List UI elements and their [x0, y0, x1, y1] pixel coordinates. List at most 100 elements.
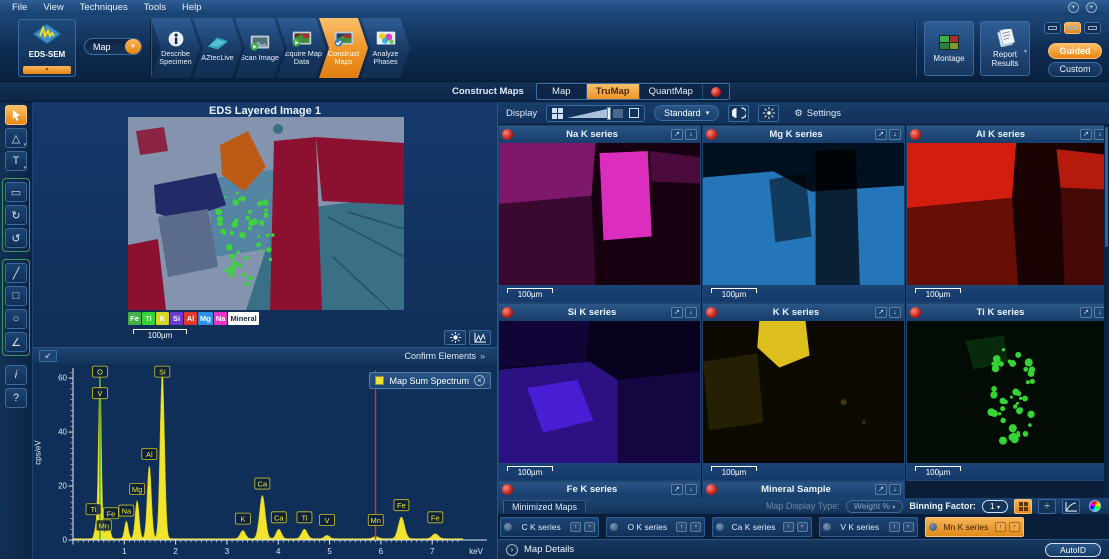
divide-maps-button[interactable]: ÷ — [1038, 499, 1056, 514]
map-minimize-button[interactable]: ↓ — [685, 129, 697, 140]
menu-view[interactable]: View — [35, 2, 71, 13]
step-construct-maps[interactable]: Construct Maps — [319, 18, 368, 78]
pointer-tool-button[interactable] — [5, 105, 27, 125]
help-button[interactable]: ? — [5, 388, 27, 408]
legend-chip-na[interactable]: Na — [214, 312, 228, 325]
spectrum-chart[interactable]: 1234567keV0204060TiOVMnFeNaMgAlSiKCaCaTi… — [33, 364, 491, 558]
show-spectrum-button[interactable] — [469, 330, 491, 345]
window-control-button-2[interactable]: • — [1086, 2, 1097, 13]
restore-map-button[interactable]: ↑ — [995, 522, 1006, 532]
layout-medium-button[interactable] — [1064, 22, 1081, 34]
map-image[interactable] — [907, 321, 1109, 463]
restore-map-button[interactable]: ↑ — [783, 522, 794, 532]
legend-chip-ti[interactable]: Ti — [142, 312, 155, 325]
map-display-type-dropdown[interactable]: Weight % ▾ — [846, 500, 904, 513]
text-annotation-tool-button[interactable]: T ▾ — [5, 151, 27, 171]
grid-view-button[interactable] — [552, 108, 563, 119]
brightness-contrast-button[interactable] — [444, 330, 466, 345]
map-maximize-button[interactable]: ↗ — [1080, 307, 1092, 318]
legend-chip-si[interactable]: Si — [170, 312, 183, 325]
marker-tool-button[interactable]: △ ▾ — [5, 128, 27, 148]
map-maximize-button[interactable]: ↗ — [875, 484, 887, 495]
map-options-button[interactable]: ▫ — [584, 522, 595, 532]
map-image[interactable] — [907, 143, 1109, 285]
confirm-elements-link[interactable]: Confirm Elements » — [398, 350, 491, 362]
map-image[interactable] — [499, 143, 700, 285]
minimized-map-c-k-series[interactable]: C K series ↑ ▫ — [500, 517, 599, 537]
map-options-button[interactable]: ▫ — [797, 522, 808, 532]
show-ratio-curve-button[interactable] — [1062, 499, 1080, 514]
rotate-ccw-tool-button[interactable]: ↺ — [5, 228, 27, 248]
color-wheel-button[interactable] — [1086, 499, 1104, 514]
slider-thumb[interactable] — [607, 107, 611, 120]
spectrum-export-button[interactable]: ↙ — [39, 350, 57, 362]
maps-scrollbar[interactable] — [1104, 125, 1109, 498]
line-measure-tool-button[interactable]: ╱ — [5, 263, 27, 283]
map-options-button[interactable]: ▫ — [690, 522, 701, 532]
minimized-map-o-k-series[interactable]: O K series ↑ ▫ — [606, 517, 705, 537]
menu-help[interactable]: Help — [174, 2, 210, 13]
step-describe-specimen[interactable]: Describe Specimen — [151, 18, 200, 78]
element-overlay-button[interactable] — [703, 84, 729, 99]
step-azteclive[interactable]: AZtecLive — [193, 18, 242, 78]
map-minimize-button[interactable]: ↓ — [889, 307, 901, 318]
tab-trumap[interactable]: TruMap — [587, 84, 640, 99]
technique-dropdown[interactable]: Map ▾ — [84, 38, 142, 55]
tab-quantmap[interactable]: QuantMap — [640, 84, 703, 99]
restore-map-button[interactable]: ↑ — [889, 522, 900, 532]
map-maximize-button[interactable]: ↗ — [1080, 129, 1092, 140]
ellipse-measure-tool-button[interactable]: ○ — [5, 309, 27, 329]
restore-map-button[interactable]: ↑ — [570, 522, 581, 532]
minimized-map-ca-k-series[interactable]: Ca K series ↑ ▫ — [712, 517, 811, 537]
legend-chip-mg[interactable]: Mg — [198, 312, 213, 325]
expand-details-icon[interactable]: › — [506, 544, 518, 556]
settings-button[interactable]: ⚙ Settings — [788, 107, 847, 120]
scrollbar-thumb[interactable] — [1105, 127, 1108, 247]
app-tile-dropdown[interactable]: ▾ — [23, 66, 71, 74]
eds-layered-image[interactable] — [128, 117, 404, 310]
map-image[interactable] — [499, 321, 700, 463]
restore-map-button[interactable]: ↑ — [676, 522, 687, 532]
layout-large-button[interactable] — [1084, 22, 1101, 34]
map-minimize-button[interactable]: ↓ — [685, 484, 697, 495]
field-of-view-tool-button[interactable]: ▭ — [5, 182, 27, 202]
guided-mode-button[interactable]: Guided — [1048, 43, 1102, 59]
window-control-button-1[interactable]: • — [1068, 2, 1079, 13]
info-button[interactable]: i — [5, 365, 27, 385]
map-maximize-button[interactable]: ↗ — [875, 307, 887, 318]
binning-factor-dropdown[interactable]: 1 ▾ — [982, 500, 1008, 513]
layout-small-button[interactable] — [1044, 22, 1061, 34]
minimized-map-mn-k-series[interactable]: Mn K series ↑ ▫ — [925, 517, 1024, 537]
tab-map[interactable]: Map — [537, 84, 587, 99]
map-maximize-button[interactable]: ↗ — [671, 129, 683, 140]
menu-tools[interactable]: Tools — [136, 2, 174, 13]
map-maximize-button[interactable]: ↗ — [671, 484, 683, 495]
step-analyze-phases[interactable]: Analyze Phases — [361, 18, 410, 78]
rotate-cw-tool-button[interactable]: ↻ — [5, 205, 27, 225]
legend-chip-mineral[interactable]: Mineral — [228, 312, 258, 325]
menu-techniques[interactable]: Techniques — [72, 2, 136, 13]
display-mode-dropdown[interactable]: Standard ▾ — [654, 105, 719, 121]
step-scan-image[interactable]: Scan Image — [235, 18, 284, 78]
map-image[interactable] — [703, 143, 904, 285]
app-tile[interactable]: EDS-SEM ▾ — [18, 19, 76, 77]
invert-contrast-button[interactable] — [728, 105, 749, 122]
map-minimize-button[interactable]: ↓ — [889, 129, 901, 140]
map-options-button[interactable]: ▫ — [1009, 522, 1020, 532]
legend-chip-al[interactable]: Al — [184, 312, 197, 325]
brightness-slider[interactable] — [567, 107, 625, 120]
legend-chip-k[interactable]: K — [156, 312, 169, 325]
report-results-button[interactable]: Report Results ▾ — [980, 21, 1030, 76]
sum-spectrum-button[interactable] — [1014, 499, 1032, 514]
map-minimize-button[interactable]: ↓ — [685, 307, 697, 318]
angle-measure-tool-button[interactable]: ∠ — [5, 332, 27, 352]
map-options-button[interactable]: ▫ — [903, 522, 914, 532]
autoid-button[interactable]: AutoID — [1045, 543, 1101, 557]
map-minimize-button[interactable]: ↓ — [889, 484, 901, 495]
rect-measure-tool-button[interactable]: □ — [5, 286, 27, 306]
legend-chip-fe[interactable]: Fe — [128, 312, 141, 325]
spectrum-legend[interactable]: Map Sum Spectrum × — [369, 372, 491, 389]
square-icon[interactable] — [629, 108, 639, 118]
legend-close-button[interactable]: × — [474, 375, 485, 386]
menu-file[interactable]: File — [4, 2, 35, 13]
